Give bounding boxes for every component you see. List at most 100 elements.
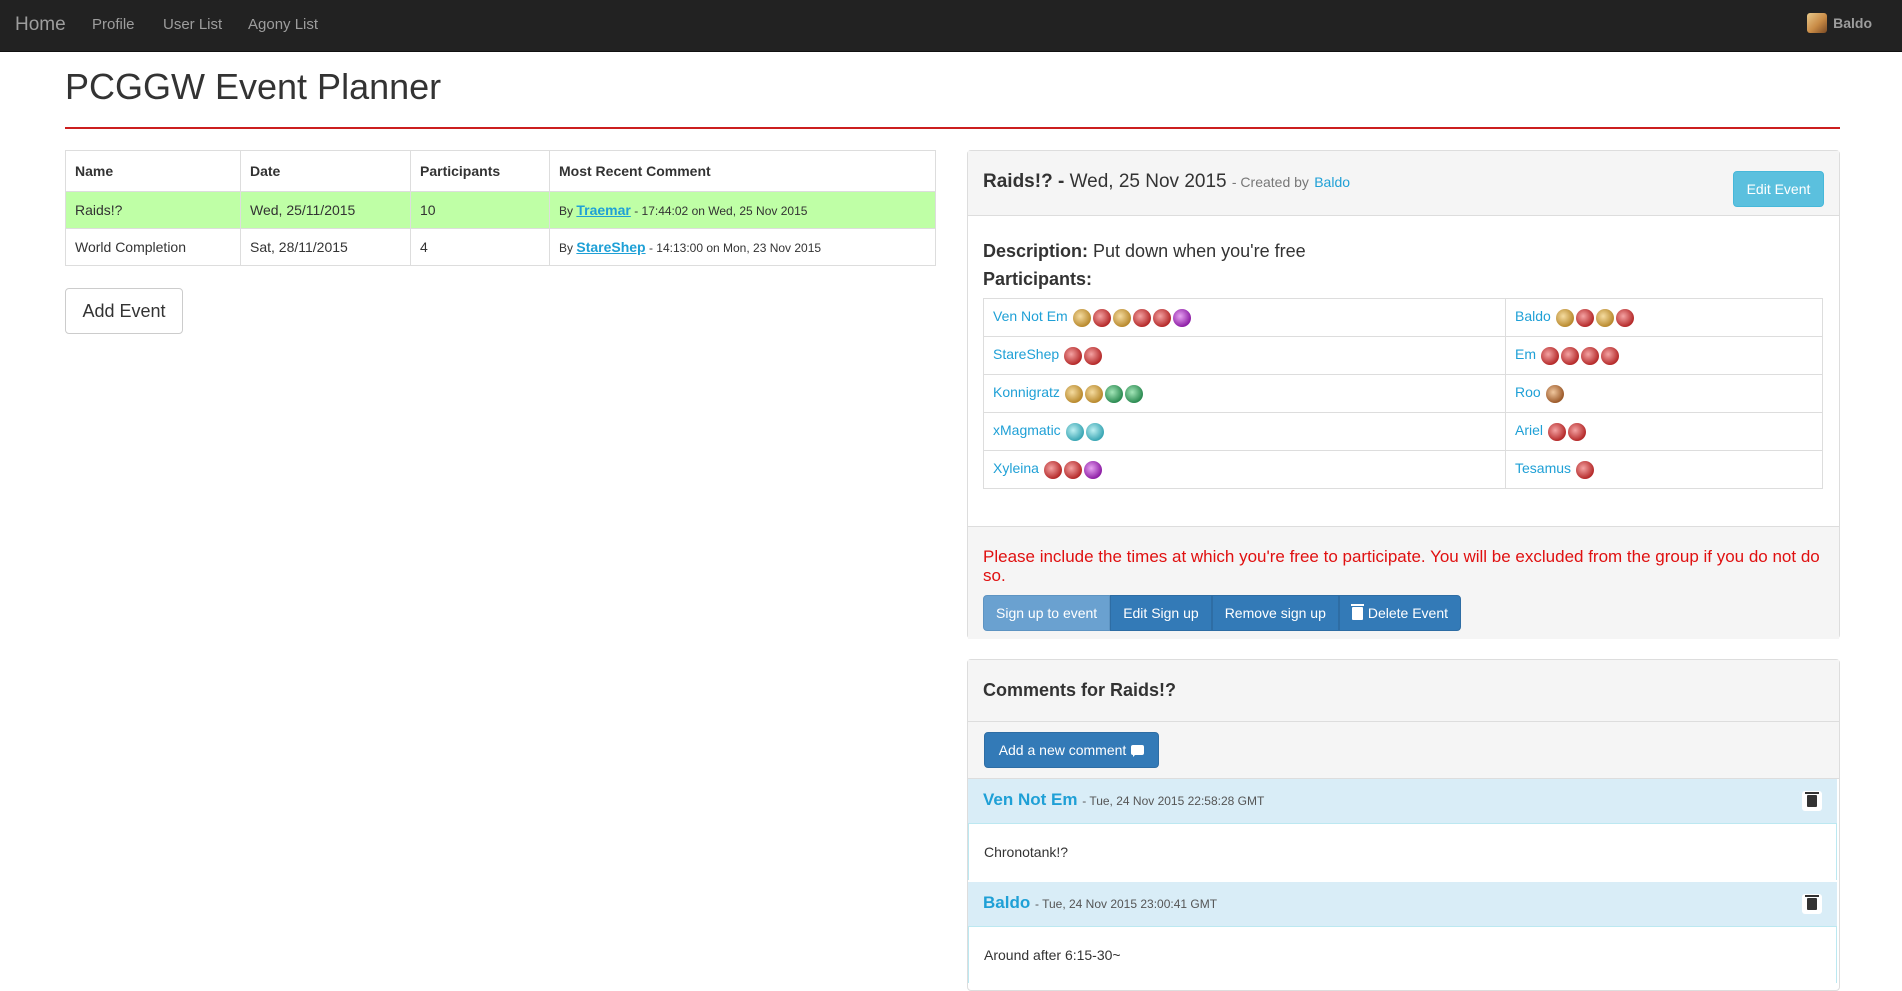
participant-cell: Ven Not Em <box>983 298 1506 337</box>
participants-table: Ven Not Em Baldo StareShep Em Konnigratz Roo x… <box>983 298 1823 489</box>
profession-icon <box>1541 346 1559 365</box>
profession-icon <box>1568 422 1587 441</box>
participant-name-link[interactable]: Ven Not Em <box>993 308 1068 324</box>
participant-cell: StareShep <box>983 336 1506 375</box>
sign-up-button[interactable]: Sign up to event <box>983 595 1111 631</box>
column-header-recent-comment: Most Recent Comment <box>549 150 936 192</box>
comment-author-link[interactable]: Traemar <box>576 202 630 218</box>
profession-icon <box>1124 384 1143 403</box>
participants-row: Ven Not Em Baldo <box>983 298 1823 337</box>
event-action-buttons: Sign up to event Edit Sign up Remove sig… <box>983 595 1462 631</box>
profession-icon <box>1172 308 1191 327</box>
participant-name-link[interactable]: Baldo <box>1515 308 1551 324</box>
comment-timestamp: - Tue, 24 Nov 2015 23:00:41 GMT <box>1034 897 1218 911</box>
signup-warning: Please include the times at which you're… <box>983 547 1820 585</box>
comment-author-link[interactable]: StareShep <box>576 239 645 255</box>
comment-author-link[interactable]: Baldo <box>983 893 1030 912</box>
table-row[interactable]: Raids!? Wed, 25/11/2015 10 By Traemar - … <box>65 191 936 229</box>
profession-icon <box>1576 460 1595 479</box>
event-panel-footer: Please include the times at which you're… <box>968 526 1839 639</box>
participant-cell: Konnigratz <box>983 374 1506 413</box>
profession-icons <box>1072 308 1191 327</box>
title-divider <box>65 127 1840 129</box>
profession-icon <box>1064 346 1083 365</box>
delete-event-label: Delete Event <box>1367 605 1449 621</box>
event-title: Raids!? - Wed, 25 Nov 2015 - Created by … <box>983 171 1350 193</box>
participant-name-link[interactable]: xMagmatic <box>993 422 1061 438</box>
profession-icon <box>1555 308 1574 327</box>
add-comment-label: Add a new comment <box>998 742 1127 758</box>
event-participants-cell: 10 <box>410 191 550 229</box>
profession-icons <box>1064 346 1103 365</box>
description-text: Put down when you're free <box>1093 241 1306 261</box>
column-header-name: Name <box>65 150 241 192</box>
profession-icons <box>1548 422 1587 441</box>
comment-time: - 17:44:02 on Wed, 25 Nov 2015 <box>634 204 808 218</box>
delete-comment-button[interactable] <box>1802 791 1822 811</box>
table-row[interactable]: World Completion Sat, 28/11/2015 4 By St… <box>65 228 936 266</box>
nav-home-link[interactable]: Home <box>15 14 66 36</box>
profession-icons <box>1064 384 1143 403</box>
nav-user-menu[interactable]: Baldo <box>1807 13 1872 33</box>
edit-event-button[interactable]: Edit Event <box>1733 171 1824 207</box>
profession-icon <box>1084 346 1103 365</box>
participant-cell: xMagmatic <box>983 412 1506 451</box>
participant-cell: Roo <box>1505 374 1823 413</box>
profession-icon <box>1112 308 1131 327</box>
profession-icon <box>1063 460 1082 479</box>
event-date-cell: Sat, 28/11/2015 <box>240 228 411 266</box>
event-creator-link[interactable]: Baldo <box>1314 174 1350 190</box>
profession-icons <box>1043 460 1102 479</box>
comment-by-label: By <box>559 204 574 218</box>
profession-icons <box>1545 384 1564 403</box>
edit-sign-up-button[interactable]: Edit Sign up <box>1110 595 1212 631</box>
nav-agony-list-link[interactable]: Agony List <box>248 16 318 33</box>
delete-event-button[interactable]: Delete Event <box>1338 595 1462 631</box>
comment-item: Baldo - Tue, 24 Nov 2015 23:00:41 GMT Ar… <box>968 882 1837 983</box>
profession-icon <box>1065 422 1084 441</box>
profession-icon <box>1152 308 1171 327</box>
delete-comment-button[interactable] <box>1802 894 1822 914</box>
profession-icons <box>1541 346 1619 365</box>
comment-author-link[interactable]: Ven Not Em <box>983 790 1077 809</box>
comments-title: Comments for Raids!? <box>983 680 1177 700</box>
nav-profile-link[interactable]: Profile <box>92 16 135 33</box>
add-event-button[interactable]: Add Event <box>65 288 183 334</box>
participants-row: xMagmatic Ariel <box>983 412 1823 451</box>
event-date: Wed, 25 Nov 2015 <box>1069 171 1227 192</box>
comment-by-label: By <box>559 241 574 255</box>
trash-icon <box>1350 603 1364 620</box>
profession-icon <box>1064 384 1083 403</box>
profession-icon <box>1104 384 1123 403</box>
remove-sign-up-button[interactable]: Remove sign up <box>1211 595 1339 631</box>
profession-icon <box>1575 308 1594 327</box>
profession-icon <box>1581 346 1599 365</box>
profession-icons <box>1555 308 1634 327</box>
participant-name-link[interactable]: Tesamus <box>1515 460 1571 476</box>
event-date-cell: Wed, 25/11/2015 <box>240 191 411 229</box>
event-participants-cell: 4 <box>410 228 550 266</box>
participant-name-link[interactable]: Konnigratz <box>993 384 1060 400</box>
participants-row: Konnigratz Roo <box>983 374 1823 413</box>
comment-header: Ven Not Em - Tue, 24 Nov 2015 22:58:28 G… <box>968 779 1837 824</box>
participant-name-link[interactable]: StareShep <box>993 346 1059 362</box>
add-comment-button[interactable]: Add a new comment <box>984 732 1159 768</box>
profession-icon <box>1132 308 1151 327</box>
profession-icon <box>1601 346 1619 365</box>
participant-name-link[interactable]: Roo <box>1515 384 1541 400</box>
participant-name-link[interactable]: Em <box>1515 346 1536 362</box>
profession-icons <box>1576 460 1595 479</box>
avatar <box>1807 13 1828 33</box>
profession-icon <box>1083 460 1102 479</box>
participant-name-link[interactable]: Ariel <box>1515 422 1543 438</box>
participant-name-link[interactable]: Xyleina <box>993 460 1039 476</box>
event-detail-panel: Raids!? - Wed, 25 Nov 2015 - Created by … <box>967 150 1840 639</box>
description-label: Description: <box>983 241 1089 261</box>
nav-username: Baldo <box>1833 15 1872 31</box>
nav-user-list-link[interactable]: User List <box>163 16 222 33</box>
profession-icon <box>1548 422 1567 441</box>
participants-row: Xyleina Tesamus <box>983 450 1823 489</box>
event-name: Raids!? - <box>983 171 1065 192</box>
participant-cell: Tesamus <box>1505 450 1823 489</box>
comment-timestamp: - Tue, 24 Nov 2015 22:58:28 GMT <box>1082 794 1265 808</box>
